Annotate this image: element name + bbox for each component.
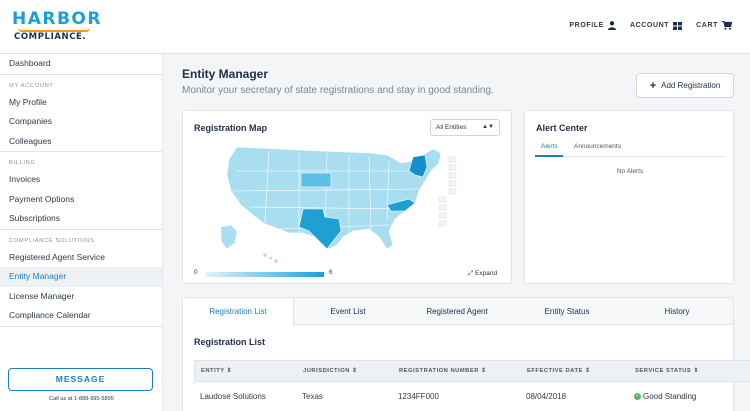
tab-registered-agent[interactable]: Registered Agent bbox=[402, 298, 512, 325]
sidebar-section-my-account: MY ACCOUNT bbox=[0, 73, 162, 93]
profile-link[interactable]: PROFILE bbox=[569, 21, 616, 30]
account-label: ACCOUNT bbox=[629, 22, 670, 29]
grid-icon bbox=[673, 21, 683, 30]
page-title: Entity Manager bbox=[182, 67, 269, 81]
state-alaska bbox=[220, 224, 238, 250]
table-header: ENTITY ⇕ JURISDICTION ⇕ REGISTRATION NUM… bbox=[194, 360, 750, 382]
registration-list-card: Registration List Event List Registered … bbox=[182, 297, 750, 411]
registration-map-title: Registration Map bbox=[194, 123, 268, 133]
expand-map-link[interactable]: ⤢ Expand bbox=[468, 270, 497, 278]
entity-filter-select[interactable]: All Entities ▲▼ bbox=[430, 119, 500, 136]
entity-filter-value: All Entities bbox=[436, 124, 467, 131]
sidebar-divider bbox=[0, 325, 162, 327]
table-row[interactable]: Laudose Solutions Texas 1234FF000 08/04/… bbox=[194, 382, 750, 411]
tab-entity-status[interactable]: Entity Status bbox=[512, 298, 622, 325]
sidebar-section-billing: BILLING bbox=[0, 151, 162, 170]
call-us-text: Call us at 1-888-995-5895 bbox=[49, 396, 114, 402]
cell-service-status: ✓ Good Standing bbox=[634, 382, 696, 411]
small-state-box bbox=[448, 188, 457, 195]
alert-center-card: Alert Center Alerts Announcements No Ale… bbox=[524, 110, 734, 284]
profile-label: PROFILE bbox=[569, 22, 604, 29]
cell-jurisdiction: Texas bbox=[302, 392, 323, 401]
main-tabs: Registration List Event List Registered … bbox=[183, 298, 733, 326]
legend-min: 0 bbox=[194, 269, 198, 276]
cart-icon bbox=[722, 21, 732, 30]
sidebar-item-subscriptions[interactable]: Subscriptions bbox=[0, 209, 162, 229]
state-hawaii-3 bbox=[273, 258, 279, 264]
small-state-box bbox=[438, 220, 447, 227]
expand-icon: ⤢ bbox=[468, 270, 474, 277]
cart-link[interactable]: CART bbox=[696, 21, 732, 30]
active-tab-underline bbox=[535, 155, 563, 157]
column-header-entity[interactable]: ENTITY ⇕ bbox=[201, 361, 232, 381]
add-registration-button[interactable]: + Add Registration bbox=[636, 73, 734, 98]
check-circle-icon: ✓ bbox=[634, 393, 641, 401]
sidebar-item-payment-options[interactable]: Payment Options bbox=[0, 190, 162, 210]
sidebar-item-license-manager[interactable]: License Manager bbox=[0, 287, 162, 307]
tab-alerts[interactable]: Alerts bbox=[541, 143, 558, 150]
status-text: Good Standing bbox=[643, 392, 697, 401]
sidebar-item-my-profile[interactable]: My Profile bbox=[0, 93, 162, 113]
harbor-compliance-logo[interactable]: HARBOR COMPLIANCE. bbox=[12, 9, 102, 43]
column-header-effective-date[interactable]: EFFECTIVE DATE ⇕ bbox=[527, 361, 590, 381]
column-header-registration-number[interactable]: REGISTRATION NUMBER ⇕ bbox=[399, 361, 486, 381]
sidebar-item-compliance-calendar[interactable]: Compliance Calendar bbox=[0, 306, 162, 326]
tab-registration-list[interactable]: Registration List bbox=[183, 298, 294, 326]
small-state-box bbox=[438, 196, 447, 203]
state-nebraska bbox=[300, 172, 332, 188]
tab-announcements[interactable]: Announcements bbox=[574, 143, 621, 150]
cell-effective-date: 08/04/2018 bbox=[526, 392, 567, 401]
alert-center-title: Alert Center bbox=[536, 123, 588, 133]
add-registration-label: Add Registration bbox=[661, 81, 721, 90]
cart-label: CART bbox=[696, 22, 718, 29]
expand-label: Expand bbox=[475, 270, 498, 277]
sidebar: Dashboard MY ACCOUNT My Profile Companie… bbox=[0, 54, 163, 411]
small-state-box bbox=[448, 156, 457, 163]
column-header-jurisdiction[interactable]: JURISDICTION ⇕ bbox=[303, 361, 357, 381]
column-header-service-status[interactable]: SERVICE STATUS ⇕ bbox=[635, 361, 699, 381]
sidebar-section-compliance-solutions: COMPLIANCE SOLUTIONS bbox=[0, 228, 162, 248]
registration-list-title: Registration List bbox=[194, 337, 266, 347]
user-icon bbox=[607, 21, 616, 30]
logo-word-compliance: COMPLIANCE. bbox=[14, 32, 87, 42]
select-arrows-icon: ▲▼ bbox=[482, 124, 494, 130]
alert-tabs: Alerts Announcements bbox=[535, 141, 725, 157]
state-hawaii-1 bbox=[262, 252, 268, 258]
state-hawaii-2 bbox=[269, 256, 273, 260]
sidebar-item-entity-manager[interactable]: Entity Manager bbox=[0, 267, 162, 287]
cell-entity[interactable]: Laudose Solutions bbox=[200, 382, 266, 411]
message-button[interactable]: MESSAGE bbox=[8, 368, 153, 391]
sidebar-item-invoices[interactable]: Invoices bbox=[0, 170, 162, 190]
logo-word-harbor: HARBOR bbox=[12, 9, 102, 29]
plus-icon: + bbox=[649, 79, 657, 92]
small-state-box bbox=[438, 212, 447, 219]
small-state-box bbox=[448, 164, 457, 171]
small-state-box bbox=[448, 180, 457, 187]
sidebar-item-registered-agent-service[interactable]: Registered Agent Service bbox=[0, 248, 162, 268]
account-link[interactable]: ACCOUNT bbox=[629, 21, 683, 30]
small-state-box bbox=[448, 172, 457, 179]
top-header: HARBOR COMPLIANCE. PROFILE ACCOUNT CART bbox=[0, 0, 750, 54]
page-subtitle: Monitor your secretary of state registra… bbox=[182, 85, 494, 96]
no-alerts-text: No Alerts bbox=[616, 168, 644, 175]
registration-map-card: Registration Map All Entities ▲▼ 0 6 ⤢ E… bbox=[182, 110, 512, 284]
sidebar-item-dashboard[interactable]: Dashboard bbox=[0, 54, 162, 74]
cell-registration-number: 1234FF000 bbox=[398, 392, 439, 401]
small-state-box bbox=[438, 204, 447, 211]
us-map[interactable] bbox=[219, 145, 459, 265]
legend-gradient-bar bbox=[205, 272, 324, 277]
top-nav: PROFILE ACCOUNT CART bbox=[569, 21, 732, 30]
sidebar-item-colleagues[interactable]: Colleagues bbox=[0, 132, 162, 152]
sidebar-item-companies[interactable]: Companies bbox=[0, 112, 162, 132]
tab-history[interactable]: History bbox=[622, 298, 732, 325]
legend-max: 6 bbox=[329, 269, 333, 276]
tab-event-list[interactable]: Event List bbox=[294, 298, 402, 325]
